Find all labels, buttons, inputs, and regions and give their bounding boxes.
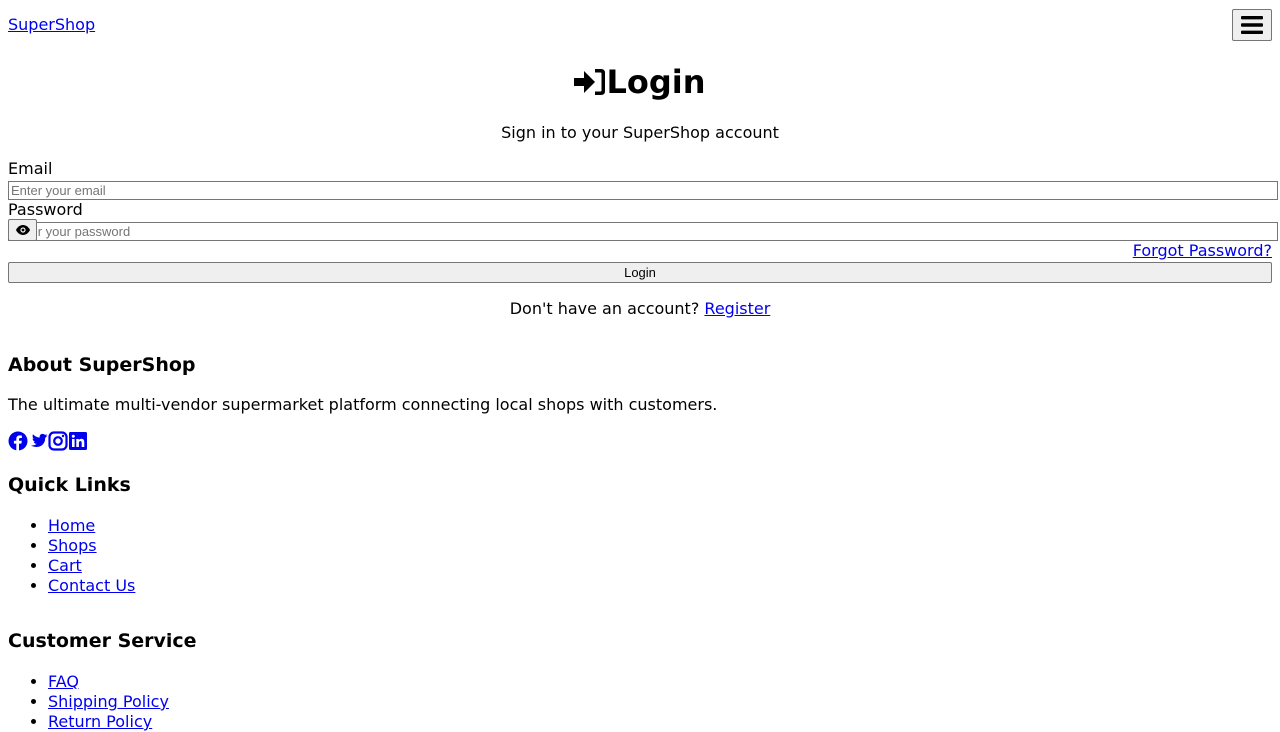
login-heading-wrap: Login bbox=[0, 62, 1280, 102]
email-label: Email bbox=[8, 159, 53, 178]
list-item: FAQ bbox=[48, 672, 169, 692]
footer-link-return-policy[interactable]: Return Policy bbox=[48, 712, 152, 731]
footer-link-cart[interactable]: Cart bbox=[48, 556, 82, 575]
register-prompt-text: Don't have an account? bbox=[509, 299, 700, 318]
twitter-icon bbox=[30, 433, 48, 447]
email-field[interactable] bbox=[8, 181, 1278, 200]
list-item: Cart bbox=[48, 556, 135, 576]
menu-toggle-button[interactable] bbox=[1232, 9, 1272, 41]
footer-link-shipping-policy[interactable]: Shipping Policy bbox=[48, 692, 169, 711]
facebook-link[interactable] bbox=[8, 431, 28, 451]
sign-in-icon bbox=[574, 69, 606, 95]
list-item: Return Policy bbox=[48, 712, 169, 732]
twitter-link[interactable] bbox=[28, 431, 48, 451]
top-navbar: SuperShop bbox=[0, 0, 1280, 50]
facebook-icon bbox=[8, 431, 28, 451]
list-item: Shops bbox=[48, 536, 135, 556]
eye-icon bbox=[15, 225, 30, 235]
about-heading: About SuperShop bbox=[8, 354, 196, 376]
forgot-password-link[interactable]: Forgot Password? bbox=[1133, 241, 1272, 261]
linkedin-link[interactable] bbox=[68, 431, 88, 451]
linkedin-icon bbox=[69, 432, 87, 450]
instagram-icon bbox=[48, 431, 68, 451]
footer-link-shops[interactable]: Shops bbox=[48, 536, 97, 555]
footer-link-faq[interactable]: FAQ bbox=[48, 672, 79, 691]
register-prompt: Don't have an account? Register bbox=[0, 299, 1280, 319]
social-links bbox=[8, 431, 88, 451]
footer-link-contact[interactable]: Contact Us bbox=[48, 576, 135, 595]
list-item: Shipping Policy bbox=[48, 692, 169, 712]
quick-links-heading: Quick Links bbox=[8, 474, 131, 496]
about-text: The ultimate multi-vendor supermarket pl… bbox=[8, 395, 718, 414]
list-item: Home bbox=[48, 516, 135, 536]
instagram-link[interactable] bbox=[48, 431, 68, 451]
quick-links-list: Home Shops Cart Contact Us bbox=[8, 516, 135, 596]
toggle-password-button[interactable] bbox=[8, 219, 37, 241]
list-item: Contact Us bbox=[48, 576, 135, 596]
register-link[interactable]: Register bbox=[704, 299, 770, 318]
hamburger-icon bbox=[1241, 16, 1263, 34]
page-title: Login bbox=[606, 63, 706, 101]
brand-link[interactable]: SuperShop bbox=[8, 15, 95, 35]
password-field[interactable] bbox=[8, 222, 1278, 241]
password-label: Password bbox=[8, 200, 83, 219]
login-subtitle: Sign in to your SuperShop account bbox=[501, 123, 779, 142]
customer-service-list: FAQ Shipping Policy Return Policy bbox=[8, 672, 169, 732]
footer-link-home[interactable]: Home bbox=[48, 516, 95, 535]
customer-service-heading: Customer Service bbox=[8, 630, 197, 652]
login-submit-button[interactable]: Login bbox=[8, 262, 1272, 283]
